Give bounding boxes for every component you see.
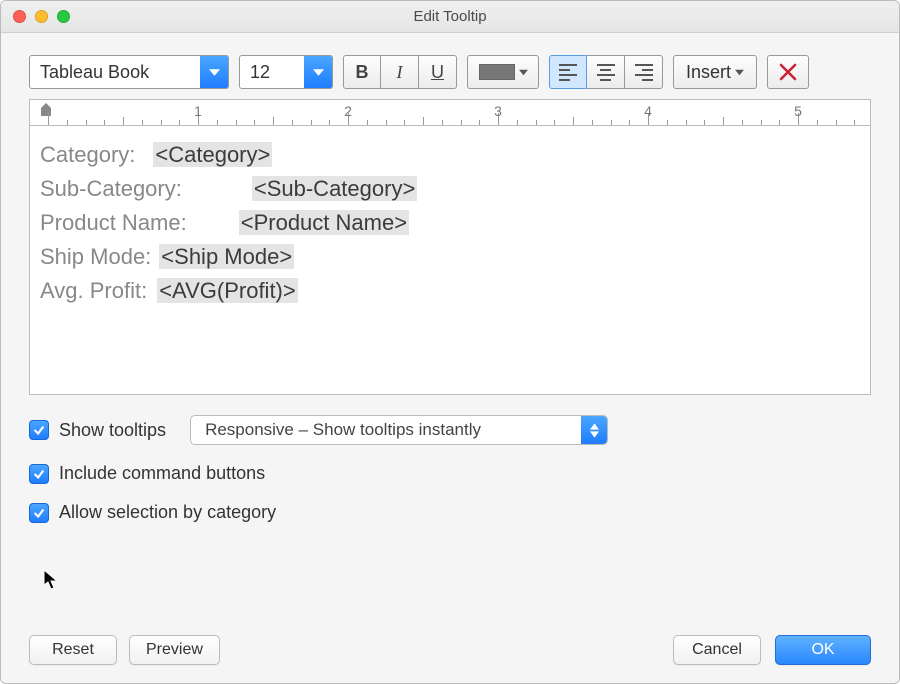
color-swatch-icon xyxy=(479,64,515,80)
ruler-number: 5 xyxy=(794,103,802,119)
align-center-icon xyxy=(597,64,615,81)
allow-selection-row: Allow selection by category xyxy=(29,502,871,523)
allow-selection-label: Allow selection by category xyxy=(59,502,276,523)
show-tooltips-row: Show tooltips Responsive – Show tooltips… xyxy=(29,415,871,445)
field-placeholder[interactable]: <Category> xyxy=(153,142,272,167)
options-panel: Show tooltips Responsive – Show tooltips… xyxy=(29,415,871,523)
chevron-down-icon xyxy=(519,68,528,77)
align-left-icon xyxy=(559,64,577,81)
titlebar: Edit Tooltip xyxy=(1,1,899,33)
field-label: Ship Mode: xyxy=(40,244,151,269)
include-command-row: Include command buttons xyxy=(29,463,871,484)
tooltip-mode-value: Responsive – Show tooltips instantly xyxy=(191,420,581,440)
field-label: Product Name: xyxy=(40,210,187,235)
ruler: 1 2 3 4 5 xyxy=(29,99,871,125)
include-command-checkbox[interactable] xyxy=(29,464,49,484)
field-placeholder[interactable]: <AVG(Profit)> xyxy=(157,278,298,303)
clear-formatting-button[interactable] xyxy=(767,55,809,89)
footer: Reset Preview Cancel OK xyxy=(29,635,871,665)
font-size-selector[interactable]: 12 xyxy=(239,55,333,89)
check-icon xyxy=(32,506,46,520)
ruler-number: 2 xyxy=(344,103,352,119)
underline-button[interactable]: U xyxy=(419,55,457,89)
ruler-number: 4 xyxy=(644,103,652,119)
align-center-button[interactable] xyxy=(587,55,625,89)
reset-button[interactable]: Reset xyxy=(29,635,117,665)
insert-button[interactable]: Insert xyxy=(673,55,757,89)
field-label: Sub-Category: xyxy=(40,176,182,201)
dialog-window: Edit Tooltip Tableau Book 12 B I U xyxy=(0,0,900,684)
updown-icon xyxy=(581,416,607,444)
ok-button[interactable]: OK xyxy=(775,635,871,665)
include-command-label: Include command buttons xyxy=(59,463,265,484)
allow-selection-checkbox[interactable] xyxy=(29,503,49,523)
font-size: 12 xyxy=(240,56,304,88)
chevron-down-icon xyxy=(304,56,332,88)
chevron-down-icon xyxy=(735,68,744,77)
text-color-button[interactable] xyxy=(467,55,539,89)
cancel-button[interactable]: Cancel xyxy=(673,635,761,665)
align-left-button[interactable] xyxy=(549,55,587,89)
field-label: Category: xyxy=(40,142,135,167)
align-right-button[interactable] xyxy=(625,55,663,89)
formatting-toolbar: Tableau Book 12 B I U xyxy=(29,55,871,89)
insert-label: Insert xyxy=(686,62,731,83)
tooltip-editor[interactable]: Category: <Category> Sub-Category: <Sub-Cat… xyxy=(29,125,871,395)
font-selector[interactable]: Tableau Book xyxy=(29,55,229,89)
field-placeholder[interactable]: <Sub-Category> xyxy=(252,176,417,201)
preview-button[interactable]: Preview xyxy=(129,635,220,665)
bold-button[interactable]: B xyxy=(343,55,381,89)
cursor-icon xyxy=(43,569,61,591)
italic-button[interactable]: I xyxy=(381,55,419,89)
chevron-down-icon xyxy=(200,56,228,88)
text-style-group: B I U xyxy=(343,55,457,89)
field-label: Avg. Profit: xyxy=(40,278,147,303)
window-title: Edit Tooltip xyxy=(1,8,899,25)
show-tooltips-checkbox[interactable] xyxy=(29,420,49,440)
field-placeholder[interactable]: <Product Name> xyxy=(239,210,409,235)
dialog-content: Tableau Book 12 B I U xyxy=(1,33,899,539)
field-placeholder[interactable]: <Ship Mode> xyxy=(159,244,294,269)
check-icon xyxy=(32,423,46,437)
ruler-number: 3 xyxy=(494,103,502,119)
align-right-icon xyxy=(635,64,653,81)
alignment-group xyxy=(549,55,663,89)
check-icon xyxy=(32,467,46,481)
tooltip-mode-select[interactable]: Responsive – Show tooltips instantly xyxy=(190,415,608,445)
show-tooltips-label: Show tooltips xyxy=(59,420,166,441)
ruler-number: 1 xyxy=(194,103,202,119)
font-name: Tableau Book xyxy=(30,56,200,88)
x-icon xyxy=(778,62,798,82)
